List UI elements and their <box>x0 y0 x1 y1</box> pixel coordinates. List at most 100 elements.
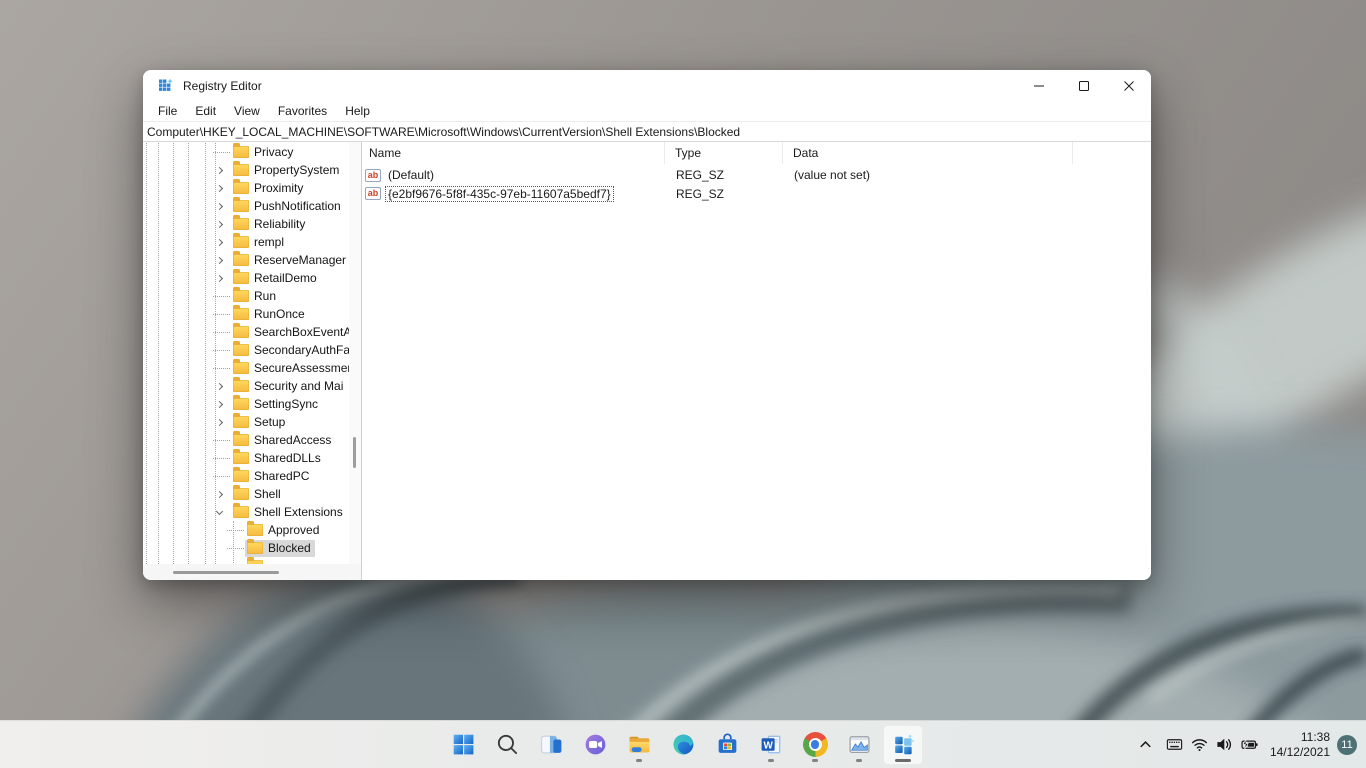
tree-vertical-scrollbar[interactable] <box>349 142 361 564</box>
tree-item[interactable]: RunOnce <box>143 305 349 323</box>
tree-item[interactable]: Blocked <box>143 539 349 557</box>
value-name-cell[interactable]: ab {e2bf9676-5f8f-435c-97eb-11607a5bedf7… <box>362 186 664 202</box>
word-button[interactable]: W <box>751 725 791 765</box>
tree-item-box[interactable]: PropertySystem <box>231 162 343 179</box>
expander-icon[interactable] <box>213 233 231 251</box>
task-manager-button[interactable] <box>839 725 879 765</box>
tree-item[interactable]: SecondaryAuthFa <box>143 341 349 359</box>
expander-icon[interactable] <box>213 413 231 431</box>
expander-icon[interactable] <box>213 269 231 287</box>
tree-item[interactable] <box>143 557 349 564</box>
tree-item[interactable]: Proximity <box>143 179 349 197</box>
tree-item-box[interactable]: SharedDLLs <box>231 450 325 467</box>
touch-keyboard-icon[interactable] <box>1162 725 1187 765</box>
expander-icon[interactable] <box>213 287 231 305</box>
expander-icon[interactable] <box>213 341 231 359</box>
tree-item[interactable]: Reliability <box>143 215 349 233</box>
value-name-cell[interactable]: ab (Default) <box>362 167 664 183</box>
tree-item[interactable]: SharedDLLs <box>143 449 349 467</box>
registry-editor-taskbar-button[interactable] <box>883 725 923 765</box>
tree-item[interactable]: RetailDemo <box>143 269 349 287</box>
notification-badge[interactable]: 11 <box>1337 735 1357 755</box>
menu-edit[interactable]: Edit <box>186 104 225 118</box>
column-header-type[interactable]: Type <box>664 142 782 164</box>
menu-file[interactable]: File <box>149 104 186 118</box>
tree-item-box[interactable]: Proximity <box>231 180 307 197</box>
titlebar[interactable]: Registry Editor <box>143 70 1151 101</box>
tree-item-box[interactable]: RunOnce <box>231 306 309 323</box>
file-explorer-button[interactable] <box>619 725 659 765</box>
tree-item[interactable]: rempl <box>143 233 349 251</box>
expander-icon[interactable] <box>213 143 231 161</box>
tree-item-box[interactable]: SecondaryAuthFa <box>231 342 349 359</box>
scrollbar-thumb[interactable] <box>173 571 279 574</box>
expander-icon[interactable] <box>227 521 245 539</box>
start-button[interactable] <box>443 725 483 765</box>
address-bar[interactable]: Computer\HKEY_LOCAL_MACHINE\SOFTWARE\Mic… <box>143 121 1151 142</box>
tree-item-box[interactable]: PushNotification <box>231 198 345 215</box>
chat-button[interactable] <box>575 725 615 765</box>
tree-item[interactable]: SecureAssessmen <box>143 359 349 377</box>
expander-icon[interactable] <box>213 161 231 179</box>
tree-item-box[interactable]: RetailDemo <box>231 270 321 287</box>
volume-icon[interactable] <box>1212 725 1237 765</box>
tree-item-box[interactable]: SharedAccess <box>231 432 335 449</box>
tree-horizontal-scrollbar[interactable] <box>143 564 349 580</box>
tree-item[interactable]: Shell Extensions <box>143 503 349 521</box>
minimize-button[interactable] <box>1016 70 1061 101</box>
task-view-button[interactable] <box>531 725 571 765</box>
column-header-data[interactable]: Data <box>782 142 1072 164</box>
value-row[interactable]: ab {e2bf9676-5f8f-435c-97eb-11607a5bedf7… <box>362 185 1151 204</box>
tree-item-box[interactable]: Run <box>231 288 280 305</box>
expander-icon[interactable] <box>213 197 231 215</box>
tree-item[interactable]: Run <box>143 287 349 305</box>
tree-item-box[interactable]: Security and Mai <box>231 378 347 395</box>
expander-icon[interactable] <box>213 215 231 233</box>
close-button[interactable] <box>1106 70 1151 101</box>
edge-button[interactable] <box>663 725 703 765</box>
tree-item[interactable]: SettingSync <box>143 395 349 413</box>
expander-icon[interactable] <box>213 449 231 467</box>
battery-charging-icon[interactable] <box>1237 725 1262 765</box>
wifi-icon[interactable] <box>1187 725 1212 765</box>
tree-item-box[interactable]: rempl <box>231 234 288 251</box>
tree-item-box[interactable]: SharedPC <box>231 468 313 485</box>
expander-icon[interactable] <box>213 377 231 395</box>
tree-item[interactable]: PushNotification <box>143 197 349 215</box>
tree-item-box[interactable]: Shell Extensions <box>231 504 347 521</box>
expander-icon[interactable] <box>213 179 231 197</box>
tree-item-box[interactable]: Blocked <box>245 540 315 557</box>
tree-item-box[interactable]: Privacy <box>231 144 297 161</box>
tree-item-box[interactable]: SearchBoxEventA <box>231 324 349 341</box>
tree-item[interactable]: PropertySystem <box>143 161 349 179</box>
chrome-button[interactable] <box>795 725 835 765</box>
search-button[interactable] <box>487 725 527 765</box>
scrollbar-thumb[interactable] <box>353 437 356 468</box>
menu-help[interactable]: Help <box>336 104 379 118</box>
expander-icon[interactable] <box>213 305 231 323</box>
menu-favorites[interactable]: Favorites <box>269 104 336 118</box>
store-button[interactable] <box>707 725 747 765</box>
value-row[interactable]: ab (Default) REG_SZ (value not set) <box>362 166 1151 185</box>
expander-icon[interactable] <box>213 251 231 269</box>
expander-icon[interactable] <box>213 485 231 503</box>
tree-item[interactable]: ReserveManager <box>143 251 349 269</box>
menu-view[interactable]: View <box>225 104 269 118</box>
tree-item[interactable]: Shell <box>143 485 349 503</box>
tree-item[interactable]: Security and Mai <box>143 377 349 395</box>
expander-icon[interactable] <box>213 359 231 377</box>
tree-item-box[interactable]: SecureAssessmen <box>231 360 349 377</box>
tree-item[interactable]: SharedPC <box>143 467 349 485</box>
chevron-up-icon[interactable] <box>1132 725 1160 765</box>
tree-item[interactable]: Privacy <box>143 143 349 161</box>
expander-icon[interactable] <box>213 395 231 413</box>
tree-item-box[interactable]: Shell <box>231 486 285 503</box>
tree-item-box[interactable]: ReserveManager <box>231 252 349 269</box>
tree-item-box[interactable]: Approved <box>245 522 323 539</box>
maximize-button[interactable] <box>1061 70 1106 101</box>
tree-item[interactable]: SearchBoxEventA <box>143 323 349 341</box>
tree-item-box[interactable]: Reliability <box>231 216 309 233</box>
expander-icon[interactable] <box>213 323 231 341</box>
tree-item-box[interactable]: SettingSync <box>231 396 322 413</box>
expander-icon[interactable] <box>213 431 231 449</box>
